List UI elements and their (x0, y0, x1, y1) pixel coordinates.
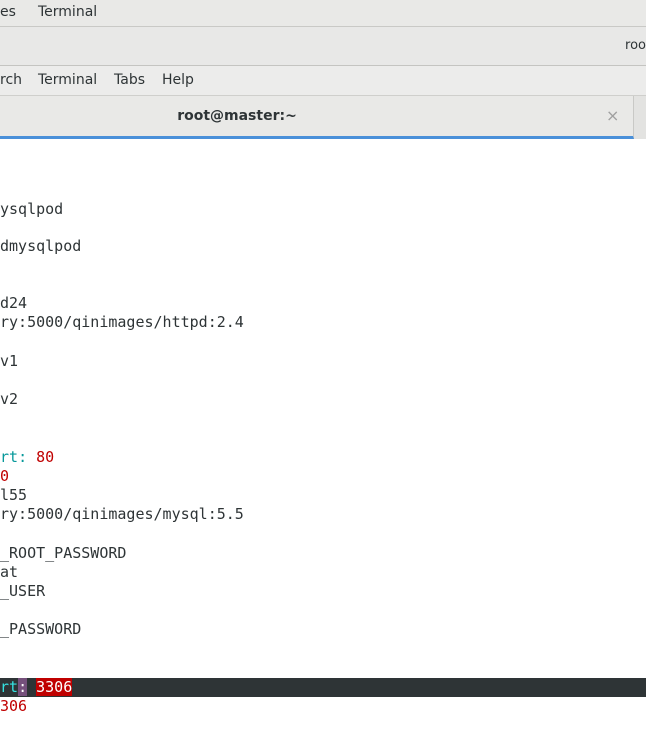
cursor-line-highlight (0, 678, 646, 697)
terminal-line: ysqlpod (0, 200, 64, 218)
yaml-value: 0 (0, 467, 10, 485)
terminal-line: 0 (0, 467, 9, 486)
terminal-line: ry:5000/qinimages/mysql:5.5 (0, 505, 244, 523)
yaml-key: rt (0, 448, 19, 466)
top-bar: es Terminal (0, 0, 646, 27)
yaml-key: rt (0, 678, 19, 696)
terminal-line: _ROOT_PASSWORD (0, 544, 127, 562)
tab-bar: root@master:~ × (0, 96, 646, 139)
yaml-value: 306 (0, 697, 28, 715)
terminal-output[interactable]: ysqlpod dmysqlpod d24 ry:5000/qinimages/… (0, 140, 646, 754)
window-title: roo (625, 38, 646, 53)
menu-search[interactable]: rch (0, 72, 22, 88)
terminal-line: v2 (0, 390, 19, 408)
terminal-line: _USER (0, 582, 46, 600)
yaml-separator: : (18, 678, 28, 696)
yaml-value: 80 (36, 448, 55, 466)
tab-title: root@master:~ (177, 108, 297, 124)
terminal-line: at (0, 563, 19, 581)
terminal-line: dmysqlpod (0, 237, 82, 255)
top-menu-places[interactable]: es (0, 4, 16, 20)
tab-root-master[interactable]: root@master:~ × (0, 96, 634, 139)
terminal-line: 306 (0, 697, 27, 716)
menubar: rch Terminal Tabs Help (0, 66, 646, 96)
menu-help[interactable]: Help (162, 72, 194, 88)
window-titlebar[interactable]: roo (0, 27, 646, 66)
terminal-line: _PASSWORD (0, 620, 82, 638)
terminal-line-current: rt: 3306 (0, 678, 73, 697)
menu-tabs[interactable]: Tabs (114, 72, 145, 88)
terminal-line: l55 (0, 486, 28, 504)
terminal-line: v1 (0, 352, 19, 370)
yaml-space (27, 678, 36, 696)
yaml-separator: : (18, 448, 37, 466)
terminal-line: rt: 80 (0, 448, 54, 467)
top-menu-terminal[interactable]: Terminal (38, 4, 97, 20)
terminal-line: d24 (0, 294, 28, 312)
menu-terminal[interactable]: Terminal (38, 72, 97, 88)
yaml-value: 3306 (36, 678, 73, 696)
close-icon[interactable]: × (606, 106, 619, 125)
terminal-line: ry:5000/qinimages/httpd:2.4 (0, 313, 244, 331)
